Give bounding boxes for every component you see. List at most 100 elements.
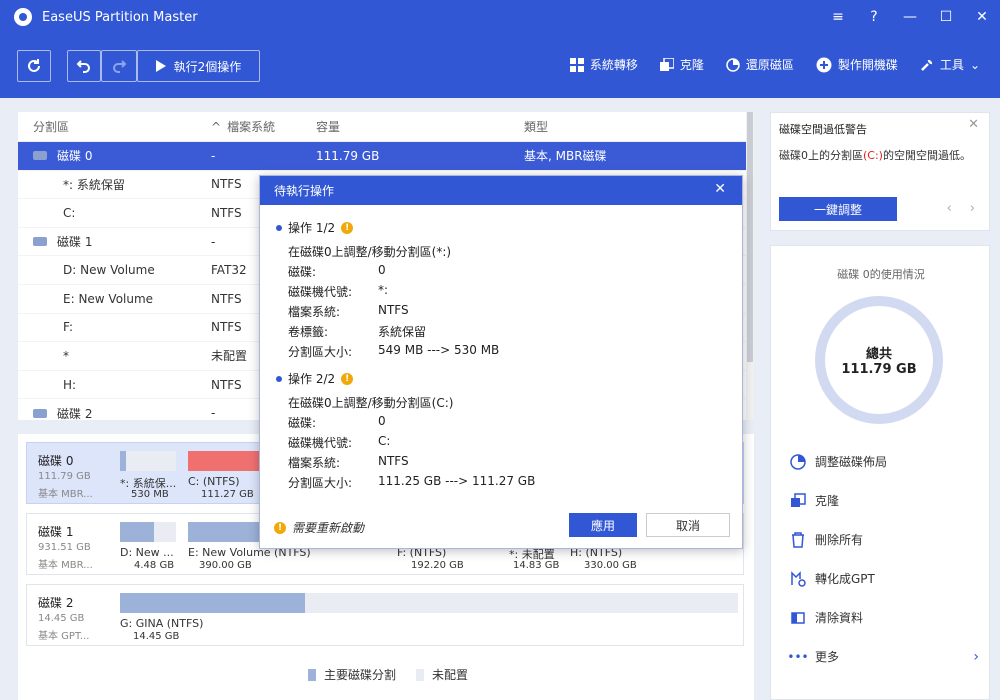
- system-migrate-button[interactable]: 系統轉移: [569, 56, 638, 73]
- table-header: 分割區 ^ 檔案系統 容量 類型: [18, 112, 754, 142]
- disk-icon: [33, 151, 47, 161]
- redo-button[interactable]: [101, 50, 137, 82]
- action-label: 更多: [815, 650, 840, 664]
- one-click-adjust-button[interactable]: 一鍵調整: [779, 197, 897, 221]
- col-capacity-header[interactable]: 容量: [316, 118, 524, 135]
- partition-size: 192.20 GB: [411, 560, 464, 571]
- bullet-icon: [276, 375, 282, 382]
- eraser-icon: [789, 610, 807, 626]
- warning-icon: !: [274, 521, 286, 534]
- disk-card-2[interactable]: 磁碟 2 14.45 GB 基本 GPT... G: GINA (NTFS) 1…: [26, 584, 744, 646]
- op2-row: 檔案系統: NTFS: [288, 454, 409, 471]
- warning-suffix: 的空閒空間過低。: [882, 149, 971, 162]
- clone-icon: [789, 492, 807, 509]
- wipe-data-action[interactable]: 清除資料: [789, 598, 979, 637]
- op1-key: 分割區大小:: [288, 345, 353, 359]
- execute-operations-button[interactable]: 執行2個操作: [137, 50, 260, 82]
- close-icon[interactable]: ✕: [968, 117, 979, 132]
- refresh-button[interactable]: [17, 50, 51, 82]
- row-fs: -: [211, 148, 216, 163]
- tools-menu-button[interactable]: 工具 ⌄: [920, 56, 980, 73]
- total-value: 111.79 GB: [841, 362, 917, 377]
- legend-swatch: [416, 668, 425, 681]
- scrollbar-thumb[interactable]: [747, 112, 753, 362]
- disk-name: 磁碟 2: [38, 596, 74, 610]
- dialog-body: 操作 1/2 ! 在磁碟0上調整/移動分割區(*:) 磁碟: 0 磁碟機代號: *:…: [260, 205, 742, 505]
- col-type-header[interactable]: 類型: [524, 118, 754, 135]
- warning-title: 磁碟空間過低警告: [779, 123, 867, 136]
- partition-bar[interactable]: [188, 522, 260, 542]
- dialog-footer: ! 需要重新啟動 應用 取消: [260, 505, 742, 549]
- reboot-note: ! 需要重新啟動: [274, 519, 364, 536]
- row-capacity: 111.79 GB: [316, 148, 380, 163]
- col-filesystem-header[interactable]: ^ 檔案系統: [211, 118, 316, 135]
- partition-bar[interactable]: [120, 451, 176, 471]
- op2-value: C:: [378, 434, 391, 448]
- more-action[interactable]: ••• 更多 ›: [787, 637, 979, 676]
- trash-icon: [789, 531, 807, 548]
- row-name: C:: [63, 205, 76, 220]
- partition-bar[interactable]: [120, 522, 176, 542]
- op2-key: 分割區大小:: [288, 476, 353, 490]
- row-name: D: New Volume: [63, 263, 155, 278]
- disk-type: 基本 MBR...: [38, 560, 93, 571]
- col-partition-header[interactable]: 分割區: [18, 118, 211, 135]
- operation-1-title: 操作 1/2 !: [276, 219, 354, 236]
- disk-icon: [33, 408, 47, 418]
- op2-row: 磁碟機代號: C:: [288, 434, 390, 451]
- warning-drive: (C:): [863, 149, 883, 162]
- reboot-note-text: 需要重新啟動: [292, 521, 365, 535]
- dialog-title: 待執行操作: [274, 184, 335, 198]
- op1-row: 卷標籤: 系統保留: [288, 323, 426, 340]
- restore-label: 還原磁區: [745, 58, 794, 72]
- dialog-header: 待執行操作: [260, 176, 742, 205]
- op1-key: 磁碟機代號:: [288, 285, 353, 299]
- op1-value: *:: [378, 283, 389, 297]
- delete-all-action[interactable]: 刪除所有: [789, 520, 979, 559]
- minimize-icon[interactable]: —: [892, 0, 928, 34]
- action-label: 刪除所有: [815, 533, 864, 547]
- adjust-layout-action[interactable]: 調整磁碟佈局: [789, 442, 979, 481]
- maximize-icon[interactable]: ☐: [928, 0, 964, 34]
- menu-icon[interactable]: ≡: [820, 0, 856, 34]
- help-icon[interactable]: ?: [856, 0, 892, 34]
- op1-row: 磁碟: 0: [288, 263, 386, 280]
- close-icon[interactable]: ✕: [964, 0, 1000, 34]
- chevron-right-icon[interactable]: ›: [970, 201, 975, 216]
- table-row[interactable]: 磁碟 0 - 111.79 GB 基本, MBR磁碟: [18, 142, 754, 171]
- table-scrollbar[interactable]: [746, 112, 754, 420]
- undo-icon: [76, 58, 92, 74]
- partition-size: 14.83 GB: [513, 560, 560, 571]
- create-bootable-button[interactable]: 製作開機碟: [816, 56, 898, 73]
- undo-button[interactable]: [67, 50, 101, 82]
- redo-icon: [111, 58, 127, 74]
- row-name: 磁碟 1: [57, 235, 93, 250]
- pending-operations-dialog: 待執行操作 ✕ 操作 1/2 ! 在磁碟0上調整/移動分割區(*:) 磁碟: 0 …: [259, 175, 743, 549]
- partition-bar[interactable]: [120, 593, 738, 613]
- app-title: EaseUS Partition Master: [42, 9, 198, 25]
- partition-size: 4.48 GB: [134, 560, 175, 571]
- toolbar-right-tools: 系統轉移 克隆 還原磁區 製作開機碟 工具 ⌄: [569, 56, 980, 73]
- action-label: 清除資料: [815, 611, 864, 625]
- grid-icon: [569, 57, 584, 72]
- op2-description: 在磁碟0上調整/移動分割區(C:): [288, 396, 454, 410]
- apply-button[interactable]: 應用: [569, 513, 637, 537]
- close-icon[interactable]: ✕: [714, 181, 726, 197]
- clone-action[interactable]: 克隆: [789, 481, 979, 520]
- usage-ring: 總共 111.79 GB: [815, 296, 943, 424]
- clone-button[interactable]: 克隆: [659, 56, 704, 73]
- op2-value: NTFS: [378, 454, 409, 468]
- row-name: 磁碟 0: [57, 149, 93, 164]
- refresh-icon: [26, 58, 42, 74]
- op1-value: 0: [378, 263, 386, 277]
- op1-row: 檔案系統: NTFS: [288, 303, 409, 320]
- convert-gpt-action[interactable]: 轉化成GPT: [789, 559, 979, 598]
- row-name: F:: [63, 320, 74, 335]
- op1-row: 分割區大小: 549 MB ---> 530 MB: [288, 343, 499, 360]
- partition-bar[interactable]: [188, 451, 266, 471]
- restore-partition-button[interactable]: 還原磁區: [726, 56, 794, 73]
- chevron-left-icon[interactable]: ‹: [947, 201, 952, 216]
- disk-actions: 調整磁碟佈局 克隆 刪除所有 轉化成GPT 清除資料 ••• 更多 ›: [787, 442, 979, 676]
- more-dots-icon: •••: [787, 649, 809, 664]
- cancel-button[interactable]: 取消: [646, 513, 730, 537]
